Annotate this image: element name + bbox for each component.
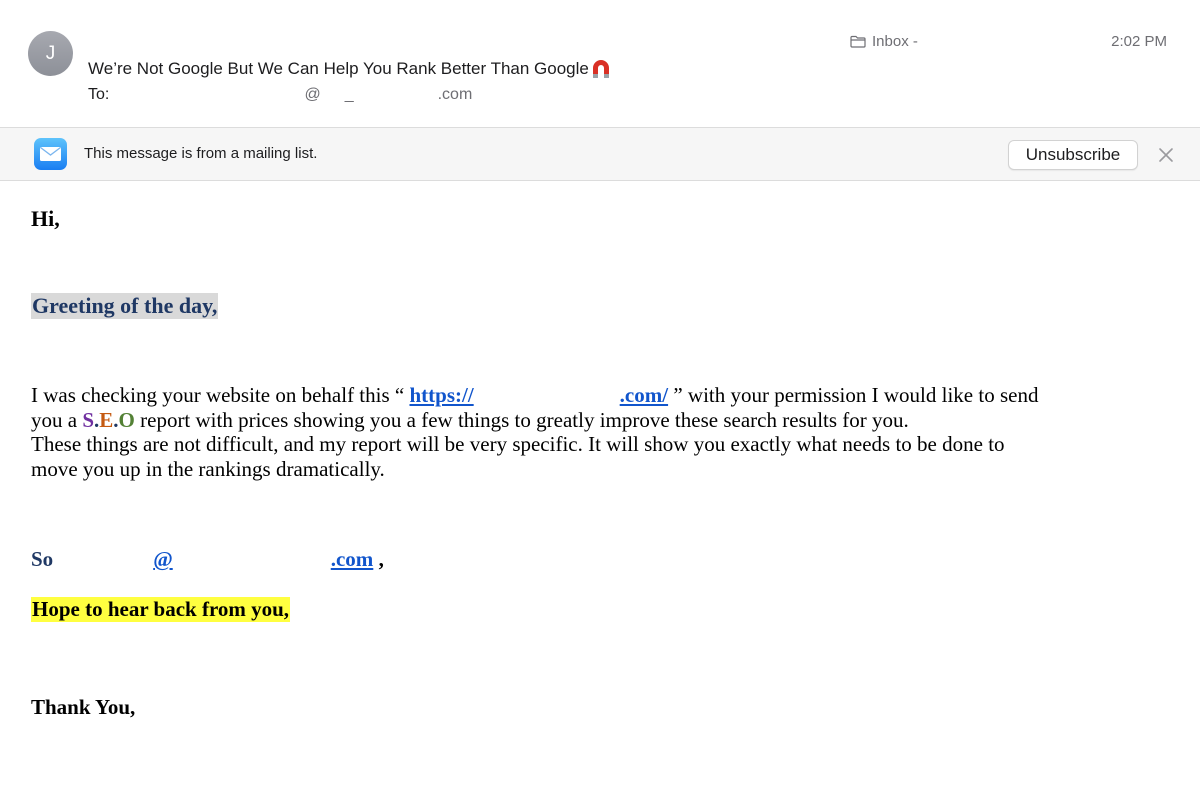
- salutation: Hi,: [31, 206, 60, 231]
- close-icon[interactable]: [1157, 146, 1175, 164]
- email-link[interactable]: @ .com: [153, 547, 373, 571]
- sender-avatar[interactable]: J: [28, 31, 73, 76]
- mail-icon: [34, 138, 67, 170]
- website-link[interactable]: https://.com/: [409, 383, 668, 407]
- para-line-3: These things are not difficult, and my r…: [31, 432, 1005, 456]
- unsubscribe-button[interactable]: Unsubscribe: [1008, 140, 1138, 170]
- recipient-row: To: @ _ .com: [88, 86, 472, 104]
- received-time: 2:02 PM: [1111, 33, 1167, 50]
- recipient-address[interactable]: @ _ .com: [184, 86, 472, 103]
- folder-icon: [850, 35, 866, 48]
- subject-text: We’re Not Google But We Can Help You Ran…: [88, 59, 589, 78]
- sign-off: Thank You,: [31, 695, 136, 719]
- greeting-line: Greeting of the day,: [31, 293, 219, 319]
- para-line-1: I was checking your website on behalf th…: [31, 383, 1039, 407]
- mailing-list-notice: This message is from a mailing list.: [84, 145, 318, 162]
- closing-line: Hope to hear back from you,: [31, 597, 291, 622]
- para-line-2: you a S.E.O report with prices showing y…: [31, 407, 909, 432]
- so-line: So @ .com ,: [31, 547, 384, 571]
- magnet-icon: [592, 60, 609, 78]
- subject-line: We’re Not Google But We Can Help You Ran…: [88, 58, 612, 80]
- mailbox-name: Inbox -: [872, 33, 918, 50]
- to-label: To:: [88, 86, 110, 103]
- message-header: J We’re Not Google But We Can Help You R…: [0, 0, 1200, 128]
- mailbox-label[interactable]: Inbox -: [850, 33, 918, 50]
- mailing-list-banner: This message is from a mailing list. Uns…: [0, 128, 1200, 181]
- body-paragraph: I was checking your website on behalf th…: [31, 383, 1038, 481]
- para-line-4: move you up in the rankings dramatically…: [31, 456, 385, 481]
